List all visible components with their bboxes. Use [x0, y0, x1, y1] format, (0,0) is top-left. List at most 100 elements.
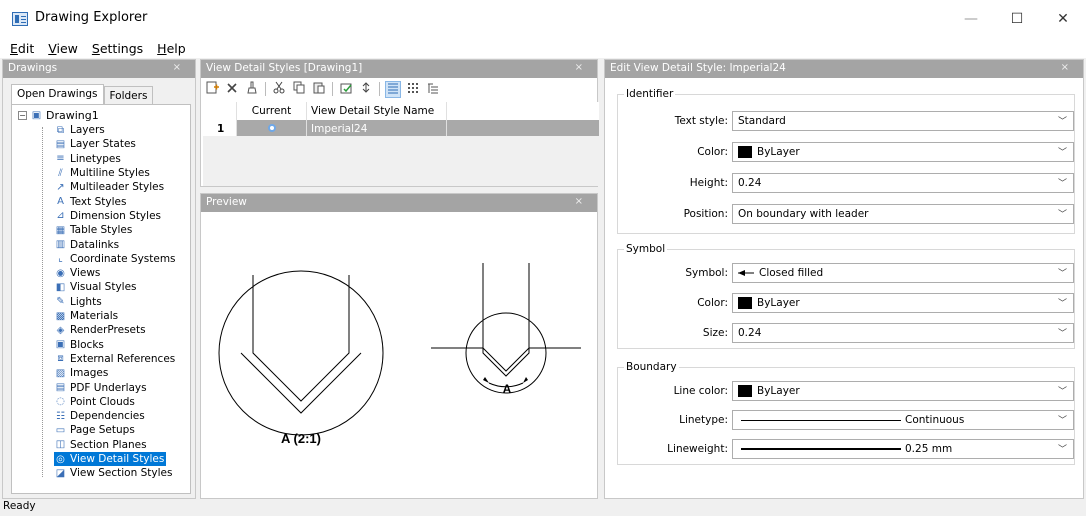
- drawings-panel-close-icon[interactable]: ×: [173, 62, 181, 73]
- chevron-down-icon: ﹀: [1057, 416, 1067, 426]
- drawings-panel-header: Drawings ×: [3, 60, 195, 78]
- col-index: [203, 102, 237, 120]
- tree-item-point-clouds[interactable]: ◌ Point Clouds: [54, 395, 137, 409]
- position-dropdown[interactable]: On boundary with leader ﹀: [732, 204, 1074, 224]
- tree-root-drawing1[interactable]: − ▣ Drawing1: [18, 109, 99, 122]
- menu-help[interactable]: Help: [157, 41, 186, 56]
- line-color-dropdown[interactable]: ByLayer ﹀: [732, 381, 1074, 401]
- linetypes-icon: ≡: [56, 153, 65, 165]
- tree-item-text-styles[interactable]: A Text Styles: [54, 195, 128, 209]
- drawing-file-icon: ▣: [31, 110, 42, 121]
- cut-icon[interactable]: [272, 81, 286, 97]
- tree-item-datalinks[interactable]: ▥ Datalinks: [54, 237, 121, 251]
- tree-item-coordinate-systems[interactable]: ⌞ Coordinate Systems: [54, 252, 178, 266]
- tree-root-label: Drawing1: [46, 109, 99, 122]
- tab-open-drawings[interactable]: Open Drawings: [11, 84, 104, 105]
- layer-states-icon: ▤: [55, 138, 66, 150]
- col-blank: [447, 102, 599, 120]
- table-row[interactable]: 1 Imperial24: [203, 120, 599, 136]
- blocks-icon: ▣: [55, 339, 66, 351]
- col-current[interactable]: Current: [237, 102, 307, 120]
- current-radio[interactable]: [237, 120, 307, 136]
- col-style-name[interactable]: View Detail Style Name: [307, 102, 447, 120]
- color-label: Color:: [697, 146, 728, 158]
- tree-item-blocks[interactable]: ▣ Blocks: [54, 338, 106, 352]
- text-style-dropdown[interactable]: Standard ﹀: [732, 111, 1074, 131]
- tree-item-label: PDF Underlays: [70, 381, 147, 394]
- refresh-icon[interactable]: [359, 81, 373, 97]
- style-name-cell[interactable]: Imperial24: [307, 120, 447, 136]
- tree-view-icon[interactable]: [426, 82, 440, 97]
- tree-item-view-detail-styles[interactable]: ◎ View Detail Styles: [54, 451, 167, 467]
- linetype-dropdown[interactable]: Continuous ﹀: [732, 410, 1074, 430]
- tree-item-label: Images: [70, 367, 109, 380]
- symbol-color-value: ByLayer: [757, 297, 800, 309]
- tree-item-external-references[interactable]: ⧈ External References: [54, 352, 177, 366]
- identifier-group-title: Identifier: [624, 88, 676, 100]
- tree-item-renderpresets[interactable]: ◈ RenderPresets: [54, 323, 148, 337]
- tree-item-label: Datalinks: [70, 238, 120, 251]
- menu-edit[interactable]: Edit: [10, 41, 34, 56]
- identifier-group: Identifier Text style: Standard ﹀ Color:…: [617, 88, 1075, 234]
- styles-panel-close-icon[interactable]: ×: [575, 62, 583, 73]
- close-button[interactable]: ✕: [1040, 0, 1086, 38]
- set-current-icon[interactable]: [339, 81, 353, 97]
- icon-view-icon[interactable]: [406, 82, 420, 97]
- list-view-icon[interactable]: [385, 80, 401, 98]
- symbol-value: Closed filled: [759, 267, 824, 279]
- tree-item-pdf-underlays[interactable]: ▤ PDF Underlays: [54, 380, 149, 394]
- tree-item-view-section-styles[interactable]: ◪ View Section Styles: [54, 466, 174, 480]
- tree-item-label: View Section Styles: [70, 467, 173, 480]
- chevron-down-icon: ﹀: [1057, 269, 1067, 279]
- color-swatch: [738, 297, 752, 309]
- lineweight-dropdown[interactable]: 0.25 mm ﹀: [732, 439, 1074, 459]
- copy-icon[interactable]: [292, 81, 306, 97]
- tree-item-images[interactable]: ▨ Images: [54, 366, 110, 380]
- materials-icon: ▩: [55, 310, 66, 322]
- edit-style-panel: Edit View Detail Style: Imperial24 × Ide…: [604, 59, 1084, 499]
- tree-item-lights[interactable]: ✎ Lights: [54, 295, 104, 309]
- tree-item-views[interactable]: ◉ Views: [54, 266, 102, 280]
- identifier-color-dropdown[interactable]: ByLayer ﹀: [732, 142, 1074, 162]
- tree-item-layer-states[interactable]: ▤ Layer States: [54, 137, 138, 151]
- collapse-icon[interactable]: −: [18, 111, 27, 120]
- menu-settings[interactable]: Settings: [92, 41, 143, 56]
- paste-icon[interactable]: [312, 81, 326, 97]
- grid-header: Current View Detail Style Name: [203, 102, 599, 120]
- symbol-color-dropdown[interactable]: ByLayer ﹀: [732, 293, 1074, 313]
- detail-caption: A (2:1): [281, 431, 321, 446]
- preview-panel-close-icon[interactable]: ×: [575, 196, 583, 207]
- maximize-button[interactable]: ☐: [994, 0, 1040, 38]
- delete-icon[interactable]: [225, 82, 239, 97]
- position-label: Position:: [683, 208, 728, 220]
- tree-item-linetypes[interactable]: ≡ Linetypes: [54, 152, 123, 166]
- status-text: Ready: [3, 500, 36, 512]
- preview-panel: Preview × A (2:1) A: [200, 193, 598, 499]
- tree-item-section-planes[interactable]: ◫ Section Planes: [54, 438, 149, 452]
- tree-item-multiline-styles[interactable]: ⫽ Multiline Styles: [54, 166, 152, 180]
- tree-item-table-styles[interactable]: ▦ Table Styles: [54, 223, 134, 237]
- tab-folders[interactable]: Folders: [103, 86, 154, 105]
- detail-marker-label: A: [503, 382, 512, 396]
- tree-item-dependencies[interactable]: ☷ Dependencies: [54, 409, 147, 423]
- boundary-group: Boundary Line color: ByLayer ﹀ Linetype:…: [617, 361, 1075, 465]
- menu-view[interactable]: View: [48, 41, 78, 56]
- height-dropdown[interactable]: 0.24 ﹀: [732, 173, 1074, 193]
- styles-toolbar: [201, 78, 597, 100]
- status-bar: Ready: [0, 500, 1086, 516]
- coordinate-icon: ⌞: [58, 253, 63, 265]
- new-style-icon[interactable]: [205, 81, 219, 97]
- tree-item-page-setups[interactable]: ▭ Page Setups: [54, 423, 137, 437]
- tree-item-dimension-styles[interactable]: ⊿ Dimension Styles: [54, 209, 163, 223]
- minimize-button[interactable]: —: [948, 0, 994, 38]
- symbol-dropdown[interactable]: Closed filled ﹀: [732, 263, 1074, 283]
- edit-panel-header: Edit View Detail Style: Imperial24 ×: [605, 60, 1083, 78]
- edit-panel-close-icon[interactable]: ×: [1061, 62, 1069, 73]
- purge-icon[interactable]: [245, 81, 259, 97]
- chevron-down-icon: ﹀: [1057, 210, 1067, 220]
- tree-item-multileader-styles[interactable]: ↗ Multileader Styles: [54, 180, 166, 194]
- tree-item-materials[interactable]: ▩ Materials: [54, 309, 120, 323]
- size-dropdown[interactable]: 0.24 ﹀: [732, 323, 1074, 343]
- tree-item-visual-styles[interactable]: ◧ Visual Styles: [54, 280, 139, 294]
- tree-item-layers[interactable]: ⧉ Layers: [54, 123, 107, 137]
